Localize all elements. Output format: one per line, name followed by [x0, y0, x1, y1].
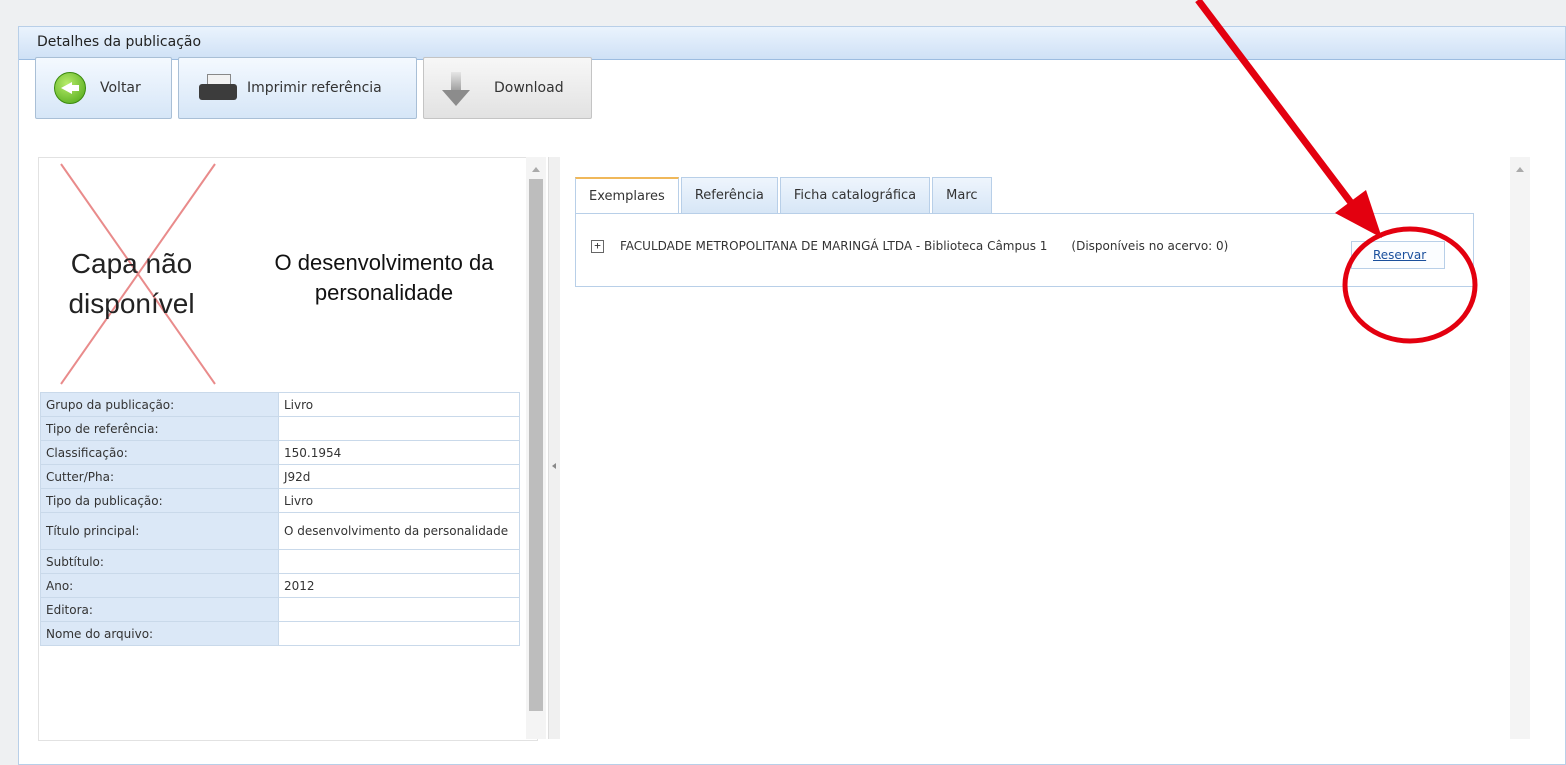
left-pane-scrollbar[interactable] — [526, 157, 546, 739]
tab-ficha-catalografica[interactable]: Ficha catalográfica — [779, 177, 931, 213]
property-value: O desenvolvimento da personalidade — [278, 512, 520, 550]
details-tabs-pane: Exemplares Referência Ficha catalográfic… — [560, 157, 1500, 739]
library-row: + FACULDADE METROPOLITANA DE MARINGÁ LTD… — [591, 239, 1228, 253]
window-titlebar: Detalhes da publicação — [19, 27, 1565, 60]
property-label: Grupo da publicação: — [40, 392, 279, 417]
property-label: Classificação: — [40, 440, 279, 465]
tab-referencia[interactable]: Referência — [680, 177, 778, 213]
property-row: Título principal: O desenvolvimento da pe… — [40, 512, 520, 550]
download-label: Download — [494, 80, 564, 96]
property-value — [278, 549, 520, 574]
collapse-left-icon[interactable] — [552, 463, 556, 469]
property-row: Ano: 2012 — [40, 573, 520, 598]
property-label: Título principal: — [40, 512, 279, 550]
arrow-left-circle-icon — [54, 72, 86, 104]
printer-icon — [197, 72, 241, 104]
scroll-up-icon[interactable] — [1516, 167, 1524, 172]
download-arrow-icon — [442, 68, 470, 108]
scroll-thumb[interactable] — [529, 179, 543, 711]
property-value: 2012 — [278, 573, 520, 598]
property-value: Livro — [278, 392, 520, 417]
library-name: FACULDADE METROPOLITANA DE MARINGÁ LTDA … — [620, 239, 1048, 253]
print-reference-button[interactable]: Imprimir referência — [178, 57, 417, 119]
print-reference-label: Imprimir referência — [247, 80, 382, 96]
property-label: Cutter/Pha: — [40, 464, 279, 489]
availability-text: (Disponíveis no acervo: 0) — [1071, 239, 1229, 253]
property-row: Nome do arquivo: — [40, 621, 520, 646]
property-value: 150.1954 — [278, 440, 520, 465]
property-row: Classificação: 150.1954 — [40, 440, 520, 465]
property-label: Tipo da publicação: — [40, 488, 279, 513]
publication-summary-pane: Capa não disponível O desenvolvimento da… — [38, 157, 538, 741]
back-button[interactable]: Voltar — [35, 57, 172, 119]
property-value: J92d — [278, 464, 520, 489]
property-row: Tipo de referência: — [40, 416, 520, 441]
property-label: Ano: — [40, 573, 279, 598]
property-label: Nome do arquivo: — [40, 621, 279, 646]
tab-bar: Exemplares Referência Ficha catalográfic… — [575, 177, 994, 214]
tab-marc[interactable]: Marc — [932, 177, 992, 213]
property-label: Editora: — [40, 597, 279, 622]
tab-exemplares[interactable]: Exemplares — [575, 177, 679, 214]
reserve-link[interactable]: Reservar — [1373, 248, 1426, 262]
back-button-label: Voltar — [100, 80, 141, 96]
book-title: O desenvolvimento da personalidade — [274, 250, 494, 305]
property-value: Livro — [278, 488, 520, 513]
scroll-up-icon[interactable] — [532, 167, 540, 172]
property-value — [278, 597, 520, 622]
window-title: Detalhes da publicação — [37, 34, 202, 50]
exemplares-panel: + FACULDADE METROPOLITANA DE MARINGÁ LTD… — [575, 213, 1474, 287]
property-label: Tipo de referência: — [40, 416, 279, 441]
property-row: Tipo da publicação: Livro — [40, 488, 520, 513]
download-button[interactable]: Download — [423, 57, 592, 119]
expand-icon[interactable]: + — [591, 239, 604, 253]
property-row: Cutter/Pha: J92d — [40, 464, 520, 489]
right-pane-scrollbar[interactable] — [1510, 157, 1530, 739]
property-value — [278, 416, 520, 441]
cover-placeholder: Capa não disponível — [39, 158, 224, 386]
cover-placeholder-text: Capa não disponível — [68, 248, 195, 319]
property-label: Subtítulo: — [40, 549, 279, 574]
properties-table: Grupo da publicação: Livro Tipo de referên… — [40, 392, 520, 646]
property-row: Editora: — [40, 597, 520, 622]
property-row: Grupo da publicação: Livro — [40, 392, 520, 417]
property-value — [278, 621, 520, 646]
property-row: Subtítulo: — [40, 549, 520, 574]
